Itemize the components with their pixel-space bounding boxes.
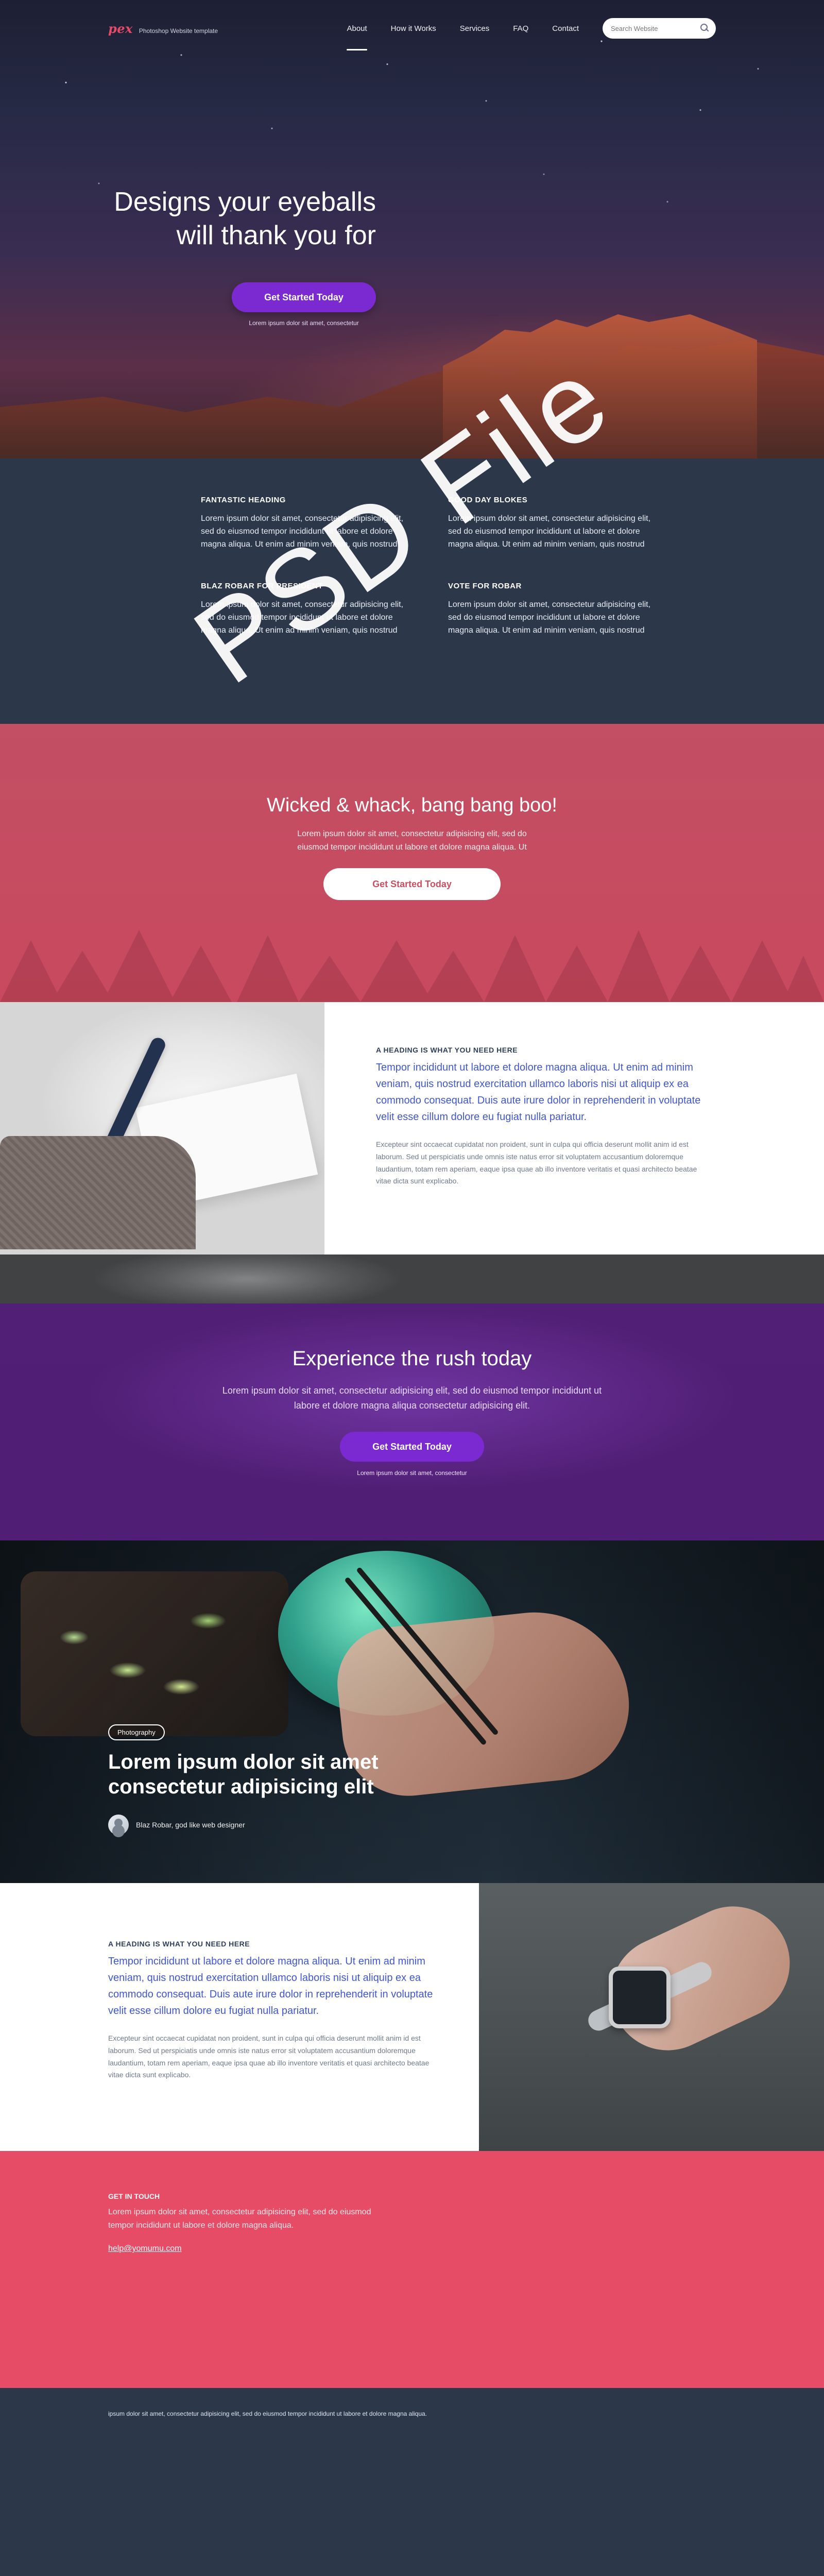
mountains-illustration	[0, 314, 824, 459]
search-input[interactable]	[610, 24, 697, 33]
watch-face-shape	[609, 1967, 671, 2028]
pink-band-cta-button[interactable]: Get Started Today	[323, 868, 501, 900]
section-text-block-2: A HEADING IS WHAT YOU NEED HERE Tempor i…	[108, 1940, 443, 2081]
section-muted-2: Excepteur sint occaecat cupidatat non pr…	[108, 2034, 430, 2079]
nav-link-about[interactable]: About	[347, 22, 367, 50]
author-name: Blaz Robar, god like web designer	[136, 1821, 245, 1829]
purple-band-cta-button[interactable]: Get Started Today	[340, 1432, 484, 1462]
hero-subtext: Lorem ipsum dolor sit amet, consectetur	[249, 319, 359, 327]
feature-item-1: FANTASTIC HEADING Lorem ipsum dolor sit …	[201, 496, 417, 551]
purple-band-text: Lorem ipsum dolor sit amet, consectetur …	[222, 1385, 602, 1411]
feature-item-2: GOOD DAY BLOKES Lorem ipsum dolor sit am…	[448, 496, 664, 551]
author-block: Blaz Robar, god like web designer	[108, 1815, 245, 1835]
brand-tagline: Photoshop Website template	[139, 27, 218, 35]
food-title: Lorem ipsum dolor sit amet consectetur a…	[108, 1751, 379, 1798]
feature-text-3: Lorem ipsum dolor sit amet, consectetur …	[201, 600, 404, 635]
pink-band-title: Wicked & whack, bang bang boo!	[266, 794, 557, 816]
footer-text: ipsum dolor sit amet, consectetur adipis…	[108, 2410, 427, 2417]
sweater-sleeve-shape	[0, 1136, 196, 1249]
hero-cta-button[interactable]: Get Started Today	[232, 282, 376, 312]
pink-band-section	[0, 724, 824, 1002]
contact-content: GET IN TOUCH Lorem ipsum dolor sit amet,…	[108, 2192, 376, 2253]
avatar	[108, 1815, 129, 1835]
nav-links: About How it Works Services FAQ Contact	[347, 22, 579, 50]
section-eyebrow-1: A HEADING IS WHAT YOU NEED HERE	[376, 1046, 518, 1054]
search-box[interactable]	[603, 18, 716, 39]
forest-strip-image	[0, 1255, 824, 1303]
pink-band-text: Lorem ipsum dolor sit amet, consectetur …	[297, 829, 527, 852]
category-tag[interactable]: Photography	[108, 1724, 165, 1740]
contact-text: Lorem ipsum dolor sit amet, consectetur …	[108, 2208, 371, 2230]
hero-title: Designs your eyeballs will thank you for	[103, 185, 376, 252]
section-muted-1: Excepteur sint occaecat cupidatat non pr…	[376, 1140, 697, 1185]
feature-title-3: BLAZ ROBAR FOR PRESIDENT	[201, 582, 323, 591]
writing-notes-image	[0, 1002, 324, 1255]
section-eyebrow-2: A HEADING IS WHAT YOU NEED HERE	[108, 1940, 250, 1948]
nav-link-faq[interactable]: FAQ	[513, 22, 528, 35]
hero-title-line-1: Designs your eyeballs	[114, 187, 376, 217]
purple-band-title: Experience the rush today	[292, 1347, 532, 1370]
contact-section	[0, 2151, 824, 2388]
pine-trees-illustration	[0, 930, 824, 1002]
feature-item-3: BLAZ ROBAR FOR PRESIDENT Lorem ipsum dol…	[201, 582, 417, 637]
contact-email-link[interactable]: help@yomumu.com	[108, 2244, 182, 2253]
contact-heading: GET IN TOUCH	[108, 2192, 160, 2200]
search-icon[interactable]	[700, 24, 709, 33]
section-lead-2: Tempor incididunt ut labore et dolore ma…	[108, 1956, 433, 2016]
nav-link-how-it-works[interactable]: How it Works	[391, 22, 436, 35]
salad-plate-shape	[21, 1571, 288, 1736]
hero-title-line-2: will thank you for	[176, 221, 376, 250]
feature-title-2: GOOD DAY BLOKES	[448, 496, 528, 504]
features-grid: FANTASTIC HEADING Lorem ipsum dolor sit …	[201, 496, 664, 637]
nav-link-services[interactable]: Services	[460, 22, 490, 35]
section-text-block-1: A HEADING IS WHAT YOU NEED HERE Tempor i…	[376, 1046, 711, 1188]
feature-text-2: Lorem ipsum dolor sit amet, consectetur …	[448, 514, 651, 549]
nav-right: About How it Works Services FAQ Contact	[347, 18, 716, 50]
brand-logo: pex	[108, 21, 133, 36]
purple-band-section	[0, 1303, 824, 1540]
feature-item-4: VOTE FOR ROBAR Lorem ipsum dolor sit ame…	[448, 582, 664, 637]
nav-link-contact[interactable]: Contact	[552, 22, 579, 35]
hero-section: pex Photoshop Website template About How…	[0, 0, 824, 459]
feature-title-1: FANTASTIC HEADING	[201, 496, 286, 504]
purple-band-subtext: Lorem ipsum dolor sit amet, consectetur	[357, 1469, 467, 1477]
hero-copy: Designs your eyeballs will thank you for	[103, 185, 376, 252]
brand: pex Photoshop Website template	[108, 21, 218, 36]
feature-title-4: VOTE FOR ROBAR	[448, 582, 522, 591]
feature-text-4: Lorem ipsum dolor sit amet, consectetur …	[448, 600, 651, 635]
section-lead-1: Tempor incididunt ut labore et dolore ma…	[376, 1062, 701, 1123]
feature-text-1: Lorem ipsum dolor sit amet, consectetur …	[201, 514, 404, 549]
top-navigation: pex Photoshop Website template About How…	[0, 0, 824, 57]
